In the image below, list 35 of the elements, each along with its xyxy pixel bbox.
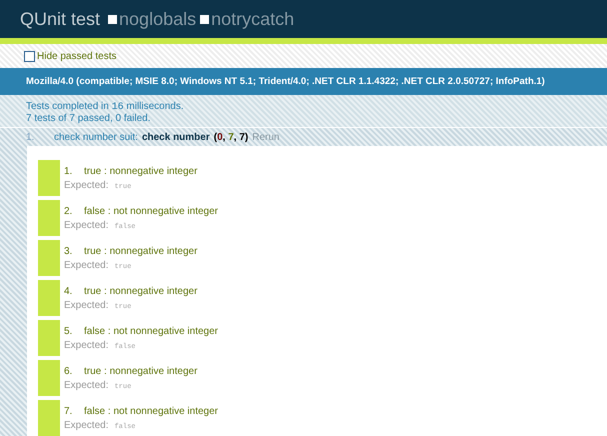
checkbox[interactable] — [200, 14, 210, 24]
assertion-number: 5. — [64, 326, 74, 337]
option-label[interactable]: notrycatch — [211, 8, 294, 30]
assertion-message: false : not nonnegative integer — [84, 326, 218, 337]
option-label[interactable]: noglobals — [119, 8, 196, 30]
checkbox-label[interactable]: Hide passed tests — [37, 50, 116, 62]
assertion-number: 6. — [64, 366, 74, 377]
assertion-number: 7. — [64, 406, 74, 417]
assertion-number: 1. — [64, 166, 74, 177]
assertion-number: 2. — [64, 206, 74, 217]
user-agent-text: Mozilla/4.0 (compatible; MSIE 8.0; Windows NT 5.1; Trident/4.0; .NET CLR 1.1.4322; .NET CLR 2.0.50727; InfoPath.1) — [26, 76, 545, 87]
checkbox[interactable] — [108, 14, 118, 24]
assertion-number: 3. — [64, 246, 74, 257]
page-title: QUnit test — [20, 8, 100, 30]
assertion-number: 4. — [64, 286, 74, 297]
assertion-message: true : nonnegative integer — [84, 286, 198, 297]
test-counts: (0, 7, 7) — [214, 132, 248, 142]
expected-label: Expected: — [64, 260, 108, 271]
assertion-message: true : nonnegative integer — [84, 246, 198, 257]
module-name: check number suit: — [54, 132, 138, 142]
assertion-message: true : nonnegative integer — [84, 366, 198, 377]
checkbox[interactable] — [24, 50, 35, 62]
summary-text: 7 tests of 7 passed, 0 failed. — [26, 113, 152, 124]
expected-label: Expected: — [64, 300, 108, 311]
assertion-message: false : not nonnegative integer — [84, 206, 218, 217]
assertion-message: true : nonnegative integer — [84, 166, 198, 177]
summary-text: Tests completed in 16 milliseconds. — [26, 101, 185, 113]
test-number: 1. — [26, 132, 36, 142]
expected-label: Expected: — [64, 220, 108, 231]
test-name: check number — [142, 132, 210, 142]
expected-label: Expected: — [64, 420, 108, 431]
expected-label: Expected: — [64, 180, 108, 191]
assertion-message: false : not nonnegative integer — [84, 406, 218, 417]
expected-label: Expected: — [64, 340, 108, 351]
expected-label: Expected: — [64, 380, 108, 391]
